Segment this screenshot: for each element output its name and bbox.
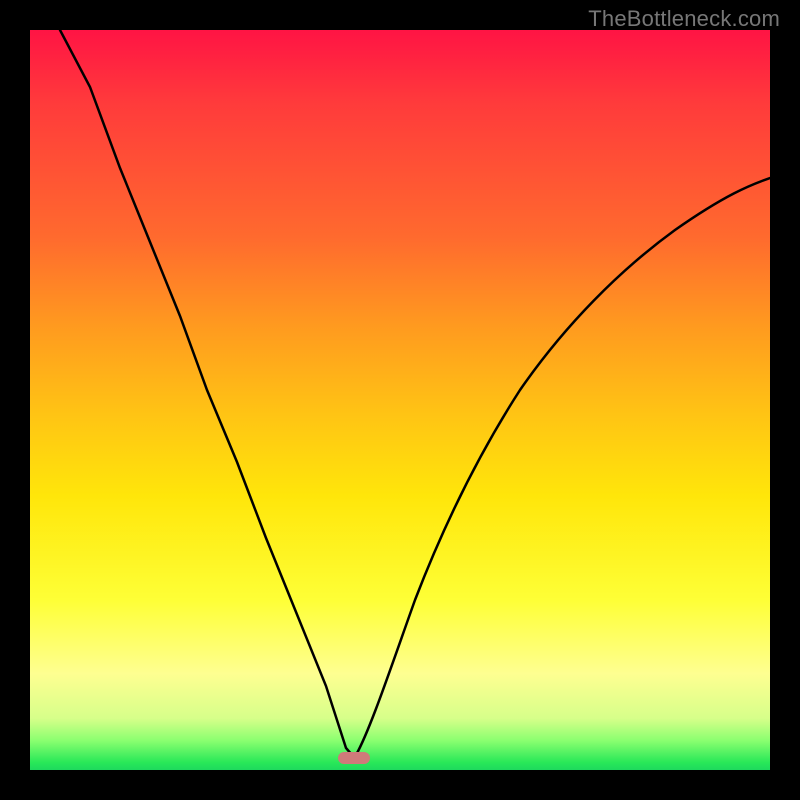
plot-background-gradient (30, 30, 770, 770)
chart-container: TheBottleneck.com (0, 0, 800, 800)
watermark-text: TheBottleneck.com (588, 6, 780, 32)
